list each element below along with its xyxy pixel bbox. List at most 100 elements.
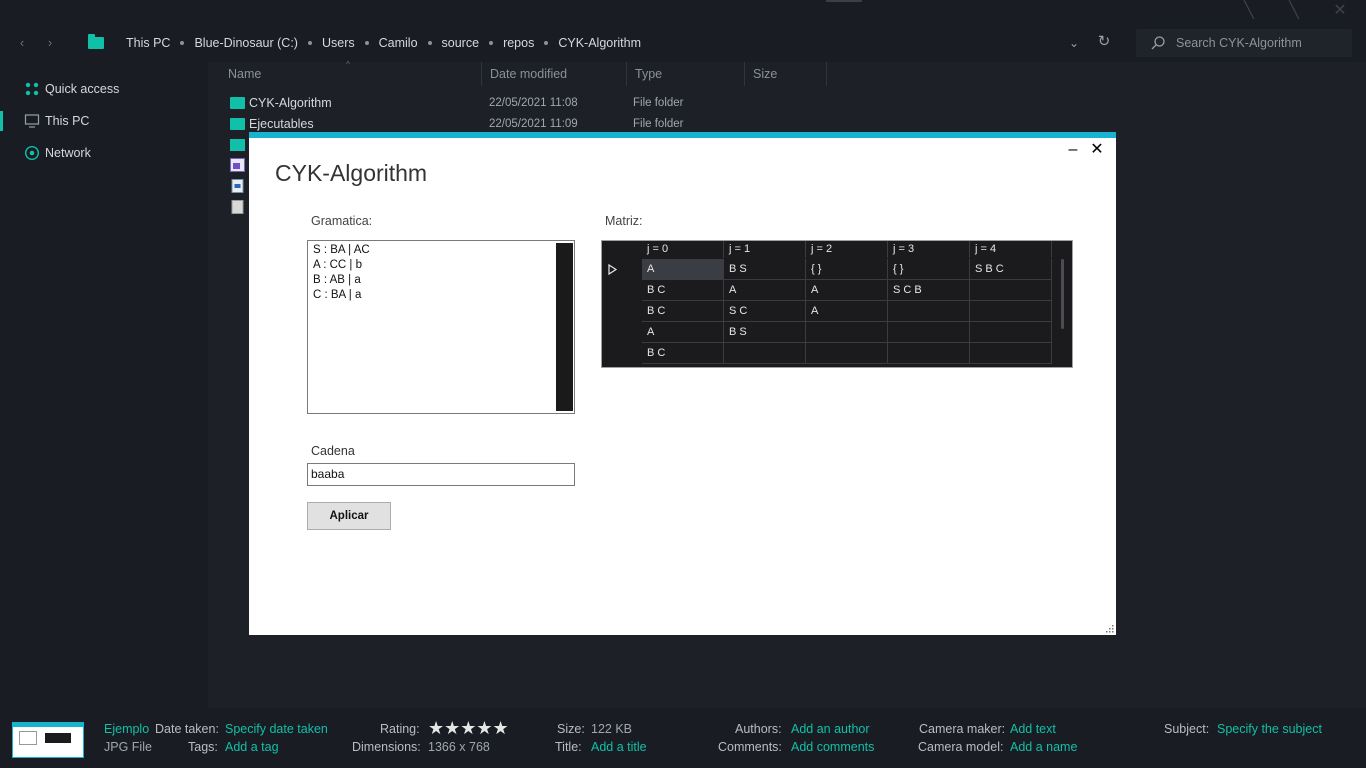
maximize-window-icon[interactable]: ╲ bbox=[1285, 2, 1303, 20]
matrix-cell[interactable] bbox=[970, 343, 1052, 364]
rating-stars-icon[interactable]: ★★★★★ bbox=[428, 719, 509, 737]
subject-field[interactable]: Specify the subject bbox=[1217, 722, 1322, 736]
title-field[interactable]: Add a title bbox=[591, 740, 647, 754]
file-date: 22/05/2021 11:08 bbox=[489, 97, 578, 109]
breadcrumb-drive[interactable]: Blue-Dinosaur (C:) bbox=[194, 36, 298, 50]
gramatica-label: Gramatica: bbox=[311, 214, 373, 228]
close-button[interactable]: ✕ bbox=[1087, 140, 1107, 160]
grammar-scrollbar[interactable] bbox=[556, 243, 573, 411]
authors-field[interactable]: Add an author bbox=[791, 722, 870, 736]
document-file-icon[interactable] bbox=[230, 179, 245, 193]
title-label: Title: bbox=[555, 740, 582, 754]
resize-grip-icon[interactable] bbox=[1104, 623, 1114, 633]
minimize-button[interactable]: – bbox=[1063, 140, 1083, 160]
sidebar-item-network[interactable]: Network bbox=[0, 140, 208, 166]
camera-model-field[interactable]: Add a name bbox=[1010, 740, 1077, 754]
chevron-down-icon[interactable]: ⌄ bbox=[1066, 34, 1082, 52]
sidebar-item-label: Network bbox=[45, 146, 91, 160]
column-date-modified[interactable]: Date modified bbox=[482, 62, 627, 86]
file-name: CYK-Algorithm bbox=[249, 96, 332, 110]
breadcrumb-cyk-algorithm[interactable]: CYK-Algorithm bbox=[558, 36, 641, 50]
comments-field[interactable]: Add comments bbox=[791, 740, 874, 754]
breadcrumb-users[interactable]: Users bbox=[322, 36, 355, 50]
search-icon bbox=[1151, 36, 1165, 50]
search-input[interactable]: Search CYK-Algorithm bbox=[1176, 36, 1302, 50]
breadcrumb-source[interactable]: source bbox=[442, 36, 480, 50]
breadcrumb-separator bbox=[307, 41, 312, 45]
breadcrumb-repos[interactable]: repos bbox=[503, 36, 534, 50]
sidebar-item-label: Quick access bbox=[45, 82, 120, 96]
matrix-cell[interactable] bbox=[888, 322, 970, 343]
folder-icon bbox=[88, 34, 104, 49]
file-thumbnail bbox=[12, 722, 84, 758]
dimensions-label: Dimensions: bbox=[352, 740, 421, 754]
matrix-cell[interactable] bbox=[970, 280, 1052, 301]
matrix-cell[interactable] bbox=[806, 322, 888, 343]
matrix-cell[interactable]: { } bbox=[888, 259, 970, 280]
matrix-cell[interactable] bbox=[806, 343, 888, 364]
scrollbar-thumb[interactable] bbox=[1061, 259, 1064, 329]
matrix-cell[interactable]: A bbox=[806, 301, 888, 322]
grammar-line: S : BA | AC bbox=[313, 244, 370, 256]
refresh-icon[interactable]: ↻ bbox=[1096, 33, 1112, 51]
sidebar-item-quick-access[interactable]: Quick access bbox=[0, 76, 208, 102]
matrix-cell[interactable]: B S bbox=[724, 259, 806, 280]
folder-icon[interactable] bbox=[230, 139, 245, 151]
matrix-cell[interactable]: S B C bbox=[970, 259, 1052, 280]
matrix-header: j = 4 bbox=[970, 241, 1052, 258]
breadcrumb-camilo[interactable]: Camilo bbox=[379, 36, 418, 50]
matrix-cell[interactable]: B C bbox=[642, 301, 724, 322]
breadcrumb-this-pc[interactable]: This PC bbox=[126, 36, 170, 50]
dimensions-value: 1366 x 768 bbox=[428, 740, 490, 754]
sidebar-item-this-pc[interactable]: This PC bbox=[0, 108, 208, 134]
tags-field[interactable]: Add a tag bbox=[225, 740, 279, 754]
column-type[interactable]: Type bbox=[627, 62, 745, 86]
grammar-textarea[interactable]: S : BA | AC A : CC | b B : AB | a C : BA… bbox=[307, 240, 575, 414]
minimize-window-icon[interactable]: ╲ bbox=[1240, 2, 1258, 20]
matrix-cell[interactable] bbox=[724, 343, 806, 364]
tags-label: Tags: bbox=[188, 740, 218, 754]
matrix-cell[interactable]: B C bbox=[642, 343, 724, 364]
column-size[interactable]: Size bbox=[745, 62, 827, 86]
quick-access-icon bbox=[25, 82, 39, 96]
matrix-cell[interactable] bbox=[888, 343, 970, 364]
matrix-cell[interactable]: A bbox=[724, 280, 806, 301]
breadcrumb-separator bbox=[544, 41, 549, 45]
back-icon[interactable]: ‹ bbox=[14, 34, 30, 52]
cadena-input[interactable]: baaba bbox=[307, 463, 575, 486]
matrix-cell[interactable] bbox=[970, 301, 1052, 322]
matrix-header: j = 3 bbox=[888, 241, 970, 258]
authors-label: Authors: bbox=[735, 722, 782, 736]
matrix-grid[interactable]: j = 0 j = 1 j = 2 j = 3 j = 4 A B S { } … bbox=[601, 240, 1073, 368]
matrix-cell[interactable]: B S bbox=[724, 322, 806, 343]
text-file-icon[interactable] bbox=[230, 200, 245, 214]
matrix-cell[interactable]: { } bbox=[806, 259, 888, 280]
search-box[interactable]: Search CYK-Algorithm bbox=[1136, 29, 1352, 57]
navigation-pane: Quick access This PC Network bbox=[0, 62, 208, 708]
date-taken-label: Date taken: bbox=[155, 722, 219, 736]
aplicar-button[interactable]: Aplicar bbox=[307, 502, 391, 530]
breadcrumb-separator bbox=[489, 41, 494, 45]
solution-file-icon[interactable] bbox=[230, 158, 245, 172]
matrix-cell[interactable]: S C bbox=[724, 301, 806, 322]
matrix-header: j = 1 bbox=[724, 241, 806, 258]
matrix-cell[interactable]: A bbox=[642, 259, 724, 280]
matrix-header: j = 2 bbox=[806, 241, 888, 258]
column-name[interactable]: Name bbox=[220, 62, 482, 86]
matrix-cell[interactable]: A bbox=[806, 280, 888, 301]
details-file-name: Ejemplo bbox=[104, 722, 150, 736]
matrix-cell[interactable] bbox=[888, 301, 970, 322]
cyk-app-window: CYK-Algorithm – ✕ Gramatica: S : BA | AC… bbox=[249, 132, 1116, 635]
date-taken-field[interactable]: Specify date taken bbox=[225, 722, 328, 736]
camera-maker-field[interactable]: Add text bbox=[1010, 722, 1056, 736]
file-row[interactable]: CYK-Algorithm 22/05/2021 11:08 File fold… bbox=[208, 93, 828, 114]
matrix-scrollbar[interactable] bbox=[1055, 241, 1072, 367]
forward-icon[interactable]: › bbox=[42, 34, 58, 52]
details-file-type: JPG File bbox=[104, 740, 152, 754]
close-window-icon[interactable]: ✕ bbox=[1331, 2, 1349, 20]
matrix-cell[interactable] bbox=[970, 322, 1052, 343]
matrix-cell[interactable]: S C B bbox=[888, 280, 970, 301]
matrix-cell[interactable]: A bbox=[642, 322, 724, 343]
matrix-cell[interactable]: B C bbox=[642, 280, 724, 301]
breadcrumb-separator bbox=[427, 41, 432, 45]
